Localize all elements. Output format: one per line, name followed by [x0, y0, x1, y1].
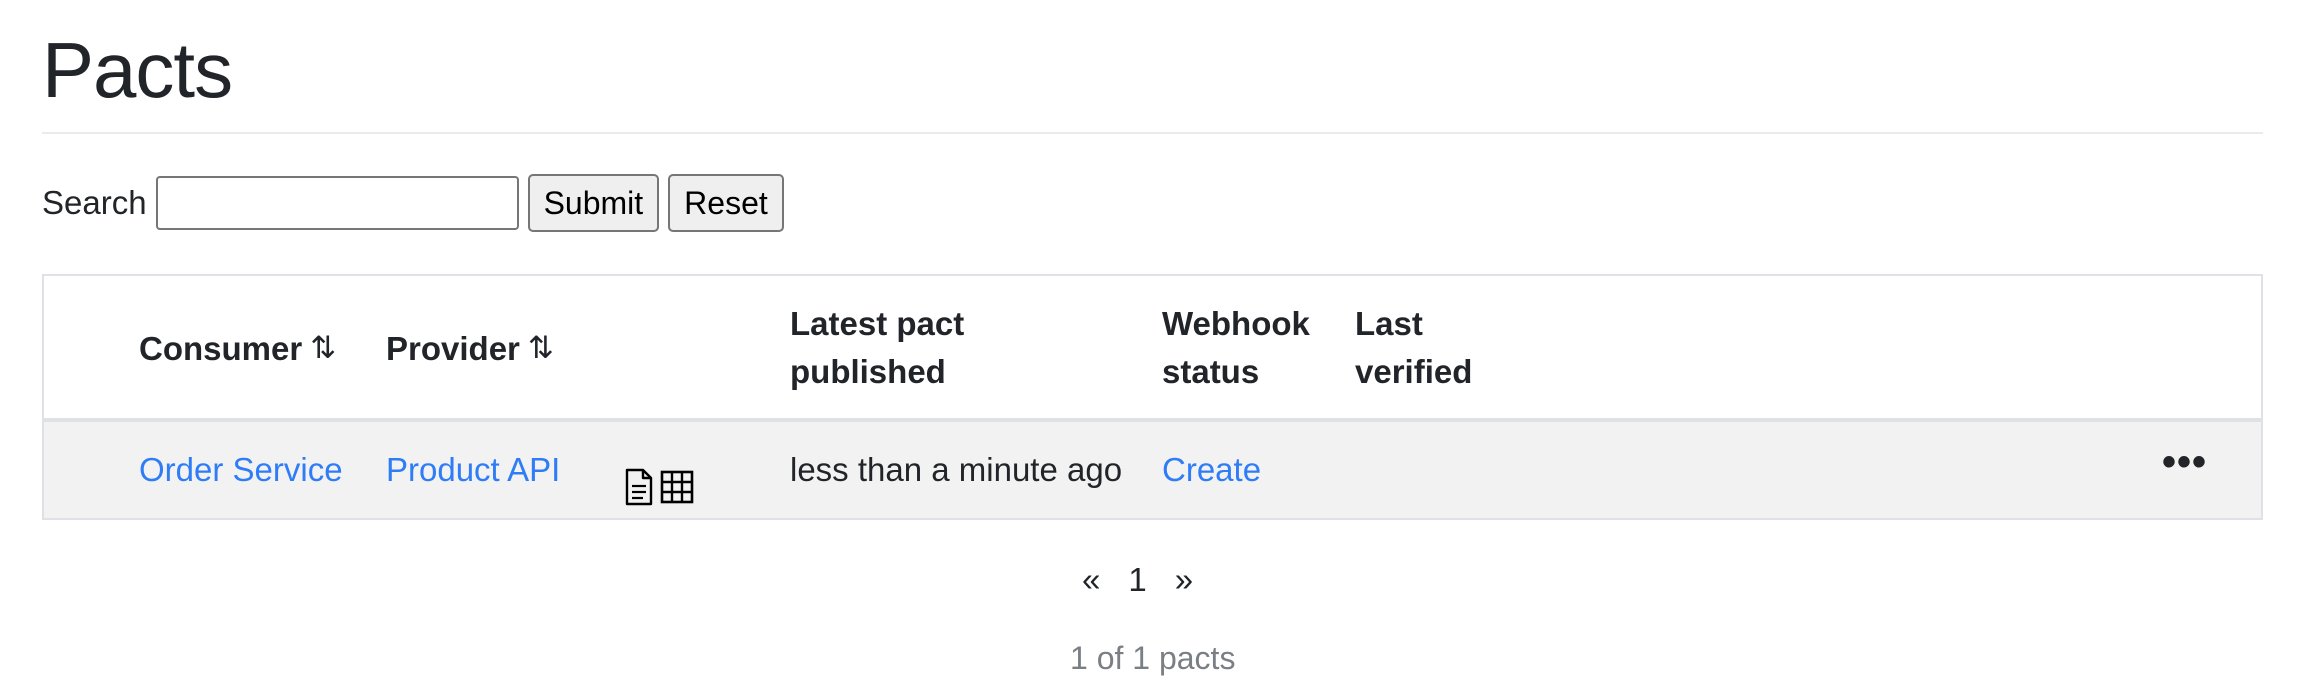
create-webhook-link[interactable]: Create [1162, 422, 1261, 518]
search-label: Search [42, 184, 147, 221]
sort-icon[interactable]: ⇅ [310, 330, 336, 365]
search-form: Search Submit Reset [42, 174, 793, 232]
table-header-row: Consumer ⇅ Provider ⇅ Latest pact publishe… [44, 276, 2261, 422]
submit-button[interactable]: Submit [527, 174, 660, 232]
pacts-page: Pacts Search Submit Reset Consumer ⇅ Prov… [0, 0, 2300, 700]
sort-icon[interactable]: ⇅ [528, 330, 554, 365]
consumer-link[interactable]: Order Service [139, 422, 343, 518]
latest-pact-published-header-line-2: published [790, 353, 946, 390]
provider-column-header[interactable]: Provider ⇅ [386, 324, 554, 373]
last-verified-header-line-2: verified [1355, 353, 1473, 390]
reset-button[interactable]: Reset [668, 174, 784, 232]
pagination: « 1 » [1068, 556, 1207, 604]
latest-pact-published-column-header: Latest pact published [790, 300, 964, 396]
webhook-status-header-line-1: Webhook [1162, 305, 1310, 342]
last-verified-header-line-1: Last [1355, 305, 1423, 342]
last-verified-column-header: Last verified [1355, 300, 1472, 396]
consumer-header-label: Consumer [139, 330, 303, 367]
page-title: Pacts [42, 26, 233, 114]
pagination-summary: 1 of 1 pacts [1070, 640, 1236, 676]
pacts-table: Consumer ⇅ Provider ⇅ Latest pact publishe… [42, 274, 2263, 520]
provider-header-label: Provider [386, 330, 520, 367]
latest-pact-published-value: less than a minute ago [790, 451, 1123, 488]
page-number-1[interactable]: 1 [1114, 561, 1160, 599]
next-page-link[interactable]: » [1161, 561, 1207, 599]
latest-pact-published-header-line-1: Latest pact [790, 305, 965, 342]
provider-link[interactable]: Product API [386, 422, 560, 518]
title-divider [42, 132, 2263, 134]
search-input[interactable] [155, 176, 519, 230]
matrix-icon[interactable] [659, 468, 697, 506]
document-icon[interactable] [623, 468, 657, 506]
webhook-status-column-header: Webhook status [1162, 300, 1310, 396]
consumer-column-header[interactable]: Consumer ⇅ [139, 324, 336, 373]
previous-page-link[interactable]: « [1068, 561, 1114, 599]
more-options-icon[interactable]: ••• [2162, 422, 2207, 518]
webhook-status-header-line-2: status [1162, 353, 1260, 390]
table-row: Order Service Product API less than a mi… [44, 422, 2261, 518]
